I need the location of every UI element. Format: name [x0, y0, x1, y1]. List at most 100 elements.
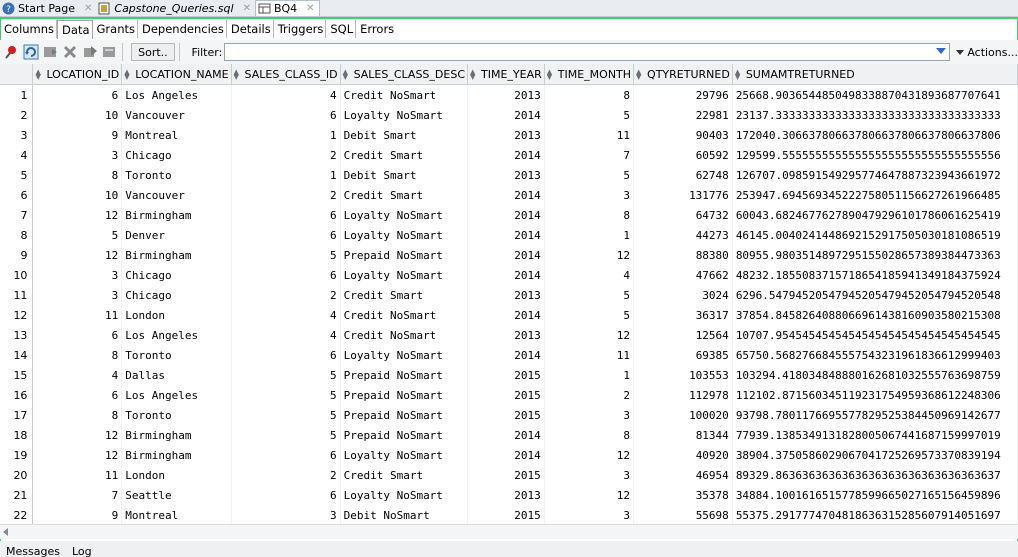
cell-location-name[interactable]: Los Angeles: [121, 84, 232, 105]
table-row[interactable]: 15 4 Dallas 5 Prepaid NoSmart 2015 1 103553 1032…: [0, 365, 1018, 385]
column-header-time-month[interactable]: ▲ ▼ TIME_MONTH: [544, 64, 635, 85]
table-row[interactable]: 22 9 Montreal 3 Debit NoSmart 2015 3 55698 55375…: [0, 505, 1018, 524]
cell-sumamtreturned[interactable]: 55375.2917774704818636315285607914051697: [732, 505, 1018, 524]
cell-qtyreturned[interactable]: 55698: [633, 505, 733, 524]
cell-qtyreturned[interactable]: 29796: [633, 84, 733, 105]
table-row[interactable]: 21 7 Seattle 6 Loyalty NoSmart 2013 12 35378 348…: [0, 485, 1018, 505]
cell-qtyreturned[interactable]: 12564: [633, 325, 733, 345]
row-number[interactable]: 15: [0, 365, 34, 385]
cell-qtyreturned[interactable]: 44273: [633, 225, 733, 245]
cell-location-name[interactable]: Birmingham: [121, 425, 232, 445]
cell-location-id[interactable]: 3: [32, 285, 123, 305]
cell-location-name[interactable]: Montreal: [121, 125, 232, 145]
cell-sales-class-id[interactable]: 2: [231, 145, 341, 165]
column-header-location-id[interactable]: ▲ ▼ LOCATION_ID: [32, 64, 123, 85]
table-row[interactable]: 8 5 Denver 6 Loyalty NoSmart 2014 1 44273 46145.…: [0, 225, 1018, 245]
cell-time-month[interactable]: 12: [544, 445, 635, 465]
cell-location-id[interactable]: 8: [32, 345, 123, 365]
row-number[interactable]: 8: [0, 225, 34, 245]
cell-time-year[interactable]: 2014: [467, 425, 545, 445]
cell-sumamtreturned[interactable]: 48232.1855083715718654185941349184375924: [732, 265, 1018, 285]
cell-time-month[interactable]: 1: [544, 225, 635, 245]
table-row[interactable]: 6 10 Vancouver 2 Credit Smart 2014 3 131776 2539…: [0, 185, 1018, 205]
column-header-time-year[interactable]: ▲ ▼ TIME_YEAR: [467, 64, 545, 85]
cell-time-year[interactable]: 2013: [467, 125, 545, 145]
table-row[interactable]: 1 6 Los Angeles 4 Credit NoSmart 2013 8 29796 25…: [0, 84, 1018, 105]
cell-sales-class-desc[interactable]: Loyalty NoSmart: [340, 445, 469, 465]
row-number[interactable]: 20: [0, 465, 34, 485]
cell-time-month[interactable]: 8: [544, 205, 635, 225]
cell-sales-class-id[interactable]: 4: [231, 84, 341, 105]
tab-data[interactable]: Data: [57, 19, 93, 39]
cell-sumamtreturned[interactable]: 6296.54794520547945205479452054794520548: [732, 285, 1018, 305]
tab-dependencies[interactable]: Dependencies: [138, 20, 227, 38]
tab-errors[interactable]: Errors: [356, 20, 396, 38]
table-row[interactable]: 3 9 Montreal 1 Debit Smart 2013 11 90403 172040.…: [0, 125, 1018, 145]
cell-location-id[interactable]: 8: [32, 405, 123, 425]
table-row[interactable]: 18 12 Birmingham 5 Prepaid NoSmart 2014 8 81344…: [0, 425, 1018, 445]
cell-time-year[interactable]: 2014: [467, 225, 545, 245]
cell-sales-class-id[interactable]: 4: [231, 325, 341, 345]
table-row[interactable]: 4 3 Chicago 2 Credit Smart 2014 7 60592 129599.5…: [0, 145, 1018, 165]
insert-row-icon[interactable]: [41, 42, 59, 62]
table-row[interactable]: 2 10 Vancouver 6 Loyalty NoSmart 2014 5 22981 23…: [0, 105, 1018, 125]
row-number[interactable]: 10: [0, 265, 34, 285]
tab-bq4[interactable]: BQ4 ✕: [254, 0, 320, 16]
cell-location-name[interactable]: Birmingham: [121, 445, 232, 465]
cell-location-id[interactable]: 12: [32, 425, 123, 445]
cell-location-id[interactable]: 6: [32, 84, 123, 105]
table-row[interactable]: 5 8 Toronto 1 Debit Smart 2013 5 62748 126707.09…: [0, 165, 1018, 185]
cell-time-month[interactable]: 2: [544, 385, 635, 405]
cell-time-month[interactable]: 5: [544, 305, 635, 325]
cell-sumamtreturned[interactable]: 103294.418034848880162681032555763698759: [732, 365, 1018, 385]
cell-time-year[interactable]: 2015: [467, 505, 545, 524]
cell-sales-class-id[interactable]: 6: [231, 105, 341, 125]
row-number[interactable]: 7: [0, 205, 34, 225]
cell-time-month[interactable]: 5: [544, 165, 635, 185]
tab-columns[interactable]: Columns: [0, 20, 58, 38]
horizontal-scrollbar[interactable]: [0, 524, 1018, 539]
cell-location-name[interactable]: London: [121, 305, 232, 325]
table-row[interactable]: 11 3 Chicago 2 Credit Smart 2013 5 3024 6296.547…: [0, 285, 1018, 305]
cell-sales-class-desc[interactable]: Loyalty NoSmart: [340, 345, 469, 365]
cell-sales-class-desc[interactable]: Loyalty NoSmart: [340, 225, 469, 245]
commit-icon[interactable]: [81, 42, 99, 62]
cell-time-year[interactable]: 2014: [467, 245, 545, 265]
cell-sales-class-desc[interactable]: Debit Smart: [340, 165, 469, 185]
cell-location-id[interactable]: 6: [32, 325, 123, 345]
row-number[interactable]: 12: [0, 305, 34, 325]
row-number[interactable]: 22: [0, 505, 34, 524]
cell-location-name[interactable]: Seattle: [121, 485, 232, 505]
cell-sumamtreturned[interactable]: 93798.7801176695577829525384450969142677: [732, 405, 1018, 425]
cell-time-month[interactable]: 8: [544, 84, 635, 105]
row-number[interactable]: 5: [0, 165, 34, 185]
cell-sales-class-id[interactable]: 5: [231, 405, 341, 425]
row-number[interactable]: 2: [0, 105, 34, 125]
cell-qtyreturned[interactable]: 112978: [633, 385, 733, 405]
row-number[interactable]: 9: [0, 245, 34, 265]
cell-location-name[interactable]: Birmingham: [121, 245, 232, 265]
cell-location-name[interactable]: Toronto: [121, 345, 232, 365]
cell-location-id[interactable]: 4: [32, 365, 123, 385]
cell-sales-class-desc[interactable]: Loyalty NoSmart: [340, 265, 469, 285]
cell-location-name[interactable]: Los Angeles: [121, 385, 232, 405]
cell-location-name[interactable]: Vancouver: [121, 185, 232, 205]
cell-location-name[interactable]: Toronto: [121, 165, 232, 185]
tab-messages[interactable]: Messages: [0, 545, 66, 557]
results-grid[interactable]: ▲ ▼ LOCATION_ID ▲ ▼ LOCATION_NAME ▲ ▼ SALES_CL…: [0, 64, 1018, 524]
table-row[interactable]: 20 11 London 2 Credit Smart 2015 3 46954 89329.8…: [0, 465, 1018, 485]
close-icon[interactable]: ✕: [84, 3, 92, 14]
cell-sales-class-id[interactable]: 2: [231, 465, 341, 485]
cell-sales-class-id[interactable]: 5: [231, 385, 341, 405]
column-header-sales-class-id[interactable]: ▲ ▼ SALES_CLASS_ID: [231, 64, 341, 85]
table-row[interactable]: 7 12 Birmingham 6 Loyalty NoSmart 2014 8 64732 6…: [0, 205, 1018, 225]
cell-sales-class-desc[interactable]: Credit NoSmart: [340, 84, 469, 105]
cell-location-id[interactable]: 7: [32, 485, 123, 505]
column-header-qtyreturned[interactable]: ▲ ▼ QTYRETURNED: [633, 64, 733, 85]
cell-time-month[interactable]: 3: [544, 405, 635, 425]
table-row[interactable]: 13 6 Los Angeles 4 Credit NoSmart 2013 12 12564…: [0, 325, 1018, 345]
row-number[interactable]: 13: [0, 325, 34, 345]
cell-sales-class-desc[interactable]: Loyalty NoSmart: [340, 485, 469, 505]
cell-time-month[interactable]: 12: [544, 325, 635, 345]
cell-location-id[interactable]: 12: [32, 205, 123, 225]
